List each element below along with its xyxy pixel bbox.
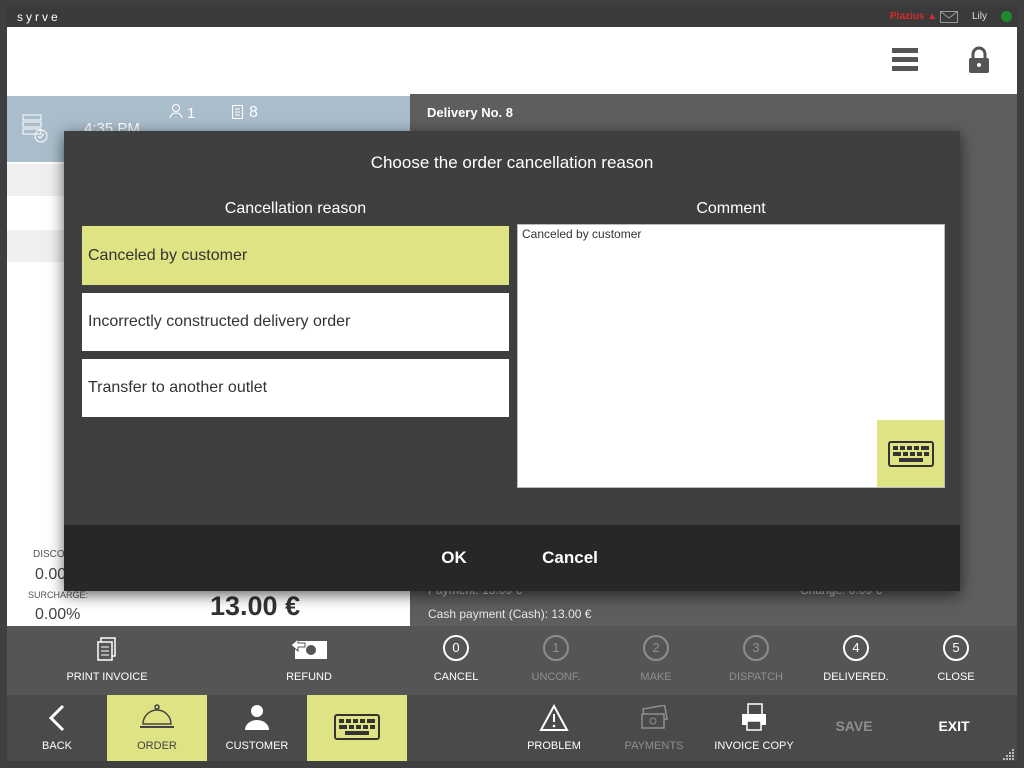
printer-icon [742, 703, 766, 731]
reason-label: Incorrectly constructed delivery order [88, 313, 351, 330]
keyboard-icon [334, 714, 380, 740]
top-bar [7, 27, 1017, 94]
discount-value: 0.00 [35, 566, 67, 583]
customer-button[interactable]: CUSTOMER [207, 695, 307, 761]
reason-label: Canceled by customer [88, 246, 248, 264]
order-number: 8 [249, 104, 258, 121]
resize-grip-icon[interactable] [1003, 748, 1015, 760]
order-total: 13.00 € [210, 591, 301, 621]
status-button-dispatch[interactable]: 3 DISPATCH [716, 633, 796, 689]
order-list-icon [22, 114, 48, 143]
order-label: ORDER [137, 740, 177, 752]
reason-column-header: Cancellation reason [224, 200, 367, 217]
title-bar [7, 7, 1017, 27]
comment-column-header: Comment [696, 200, 766, 217]
status-button-close[interactable]: 5 CLOSE [916, 633, 996, 689]
refund-label: REFUND [286, 671, 332, 683]
status-number-circle: 2 [643, 635, 669, 661]
reason-option-transfer-outlet[interactable]: Transfer to another outlet [82, 359, 509, 417]
warning-icon [539, 704, 569, 731]
reason-label: Transfer to another outlet [88, 379, 268, 396]
status-label: MAKE [640, 671, 672, 683]
dialog-title: Choose the order cancellation reason [370, 153, 654, 172]
reason-option-incorrect-order[interactable]: Incorrectly constructed delivery order [82, 293, 509, 351]
connection-status-icon [1001, 11, 1012, 22]
order-button[interactable]: ORDER [107, 695, 207, 761]
status-label: UNCONF. [531, 671, 581, 683]
print-invoice-button[interactable]: PRINT INVOICE [57, 633, 157, 689]
menu-icon[interactable] [892, 47, 918, 73]
status-label: DELIVERED. [823, 671, 889, 683]
customer-label: CUSTOMER [225, 740, 289, 752]
person-icon [169, 104, 183, 119]
cloche-icon [140, 704, 174, 728]
guest-count: 1 [187, 105, 196, 122]
status-number-circle: 4 [843, 635, 869, 661]
back-label: BACK [42, 740, 72, 752]
back-chevron-icon [48, 704, 65, 732]
back-button[interactable]: BACK [7, 695, 107, 761]
problem-button[interactable]: PROBLEM [509, 695, 599, 761]
user-name[interactable]: Lily [972, 11, 987, 22]
plazius-warning[interactable]: Plazius ▲ [890, 11, 937, 22]
status-label: CLOSE [937, 671, 975, 683]
payments-label: PAYMENTS [624, 740, 684, 752]
cash-payment-line: Cash payment (Cash): 13.00 € [428, 607, 592, 621]
status-button-unconf[interactable]: 1 UNCONF. [516, 633, 596, 689]
status-label: DISPATCH [729, 671, 783, 683]
status-label: CANCEL [433, 671, 479, 683]
payments-button[interactable]: PAYMENTS [609, 695, 699, 761]
status-button-cancel[interactable]: 0 CANCEL [416, 633, 496, 689]
surcharge-label: SURCHARGE: [28, 590, 89, 600]
mail-icon[interactable] [940, 11, 958, 23]
comment-keyboard-button[interactable] [877, 420, 944, 487]
problem-label: PROBLEM [527, 740, 581, 752]
person-icon [245, 705, 269, 730]
delivery-number: Delivery No. 8 [427, 105, 513, 120]
exit-button[interactable]: EXIT [919, 718, 989, 734]
surcharge-value: 0.00% [35, 606, 81, 623]
invoice-copy-label: INVOICE COPY [714, 740, 794, 752]
status-number-circle: 3 [743, 635, 769, 661]
dialog-footer [64, 525, 960, 591]
cancel-button[interactable]: Cancel [530, 540, 610, 576]
reason-option-canceled-by-customer[interactable]: Canceled by customer [82, 226, 509, 285]
status-number-circle: 5 [943, 635, 969, 661]
status-number-circle: 0 [443, 635, 469, 661]
status-button-delivered[interactable]: 4 DELIVERED. [816, 633, 896, 689]
bill-icon [97, 637, 116, 661]
payments-icon [641, 705, 668, 729]
invoice-copy-button[interactable]: INVOICE COPY [709, 695, 799, 761]
comment-input[interactable] [522, 227, 872, 241]
receipt-icon [232, 105, 243, 119]
print-invoice-label: PRINT INVOICE [66, 671, 148, 683]
money-back-icon [290, 637, 327, 659]
ok-button[interactable]: OK [420, 540, 488, 576]
save-button[interactable]: SAVE [819, 718, 889, 734]
status-number-circle: 1 [543, 635, 569, 661]
plazius-label: Plazius [890, 11, 925, 22]
keyboard-button[interactable] [307, 695, 407, 761]
warning-icon: ▲ [927, 11, 938, 22]
keyboard-icon [887, 440, 934, 467]
refund-button[interactable]: REFUND [269, 633, 349, 689]
brand-logo: syrve [17, 10, 61, 24]
status-button-make[interactable]: 2 MAKE [616, 633, 696, 689]
lock-icon[interactable] [968, 46, 990, 74]
